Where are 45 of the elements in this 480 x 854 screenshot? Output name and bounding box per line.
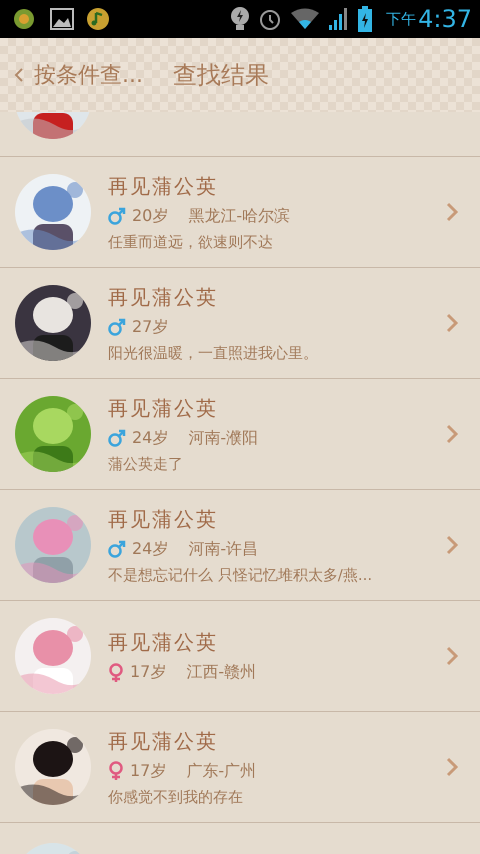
user-signature: 蒲公英走了 bbox=[108, 454, 184, 474]
battery-icon bbox=[358, 6, 372, 32]
user-signature: 任重而道远，欲速则不达 bbox=[108, 232, 274, 252]
music-icon bbox=[86, 7, 110, 31]
back-chevron-icon bbox=[14, 67, 24, 83]
bulb-icon bbox=[230, 6, 250, 32]
user-name: 再见蒲公英 bbox=[108, 629, 219, 656]
user-age: 24岁 bbox=[132, 538, 168, 560]
result-row[interactable]: 再见蒲公英 27岁 阳光很温暖，一直照进我心里。 bbox=[0, 268, 480, 379]
user-name: 再见蒲公英 bbox=[108, 284, 219, 310]
user-location: 江西-赣州 bbox=[186, 662, 256, 683]
page-title: 查找结果 bbox=[172, 60, 269, 91]
result-row[interactable]: 再见蒲公英 24岁 河南-濮阳 蒲公英走了 bbox=[0, 379, 480, 490]
user-age: 24岁 bbox=[132, 428, 168, 448]
user-name: 再见蒲公英 bbox=[108, 394, 219, 422]
chevron-right-icon bbox=[446, 757, 458, 777]
back-button[interactable]: 按条件查... bbox=[10, 56, 147, 94]
clock-period: 下午 bbox=[386, 10, 416, 28]
result-row[interactable]: 再见蒲公英 17岁 江西-赣州 bbox=[0, 601, 480, 712]
user-age: 20岁 bbox=[132, 206, 168, 226]
result-row[interactable]: 再见蒲公英 20岁 黑龙江-哈尔滨 任重而道远，欲速则不达 bbox=[0, 157, 480, 268]
image-icon bbox=[50, 8, 74, 30]
chevron-right-icon bbox=[446, 646, 458, 666]
user-signature: 你感觉不到我的存在 bbox=[108, 788, 244, 806]
user-location: 河南-许昌 bbox=[188, 538, 258, 560]
result-row[interactable]: 再见蒲公英 24岁 河南-许昌 不是想忘记什么 只怪记忆堆积太多/燕... bbox=[0, 490, 480, 601]
user-age: 17岁 bbox=[130, 662, 166, 683]
wifi-icon bbox=[290, 8, 320, 30]
clock-time: 4:37 bbox=[418, 5, 472, 33]
result-row[interactable]: 再见蒲公英 17岁 广东-广州 你感觉不到我的存在 bbox=[0, 712, 480, 823]
chevron-right-icon bbox=[446, 202, 458, 222]
chevron-right-icon bbox=[446, 424, 458, 444]
user-name: 再见蒲公英 bbox=[108, 172, 219, 200]
user-location: 河南-濮阳 bbox=[188, 428, 258, 448]
chevron-right-icon bbox=[446, 313, 458, 333]
user-location: 广东-广州 bbox=[186, 760, 256, 782]
user-signature: 阳光很温暖，一直照进我心里。 bbox=[108, 344, 319, 362]
chevron-right-icon bbox=[446, 535, 458, 555]
user-age: 17岁 bbox=[130, 760, 166, 782]
user-name: 再见蒲公英 bbox=[108, 728, 219, 754]
user-age: 27岁 bbox=[132, 316, 168, 338]
alarm-icon bbox=[258, 7, 282, 31]
user-name: 再见蒲公英 bbox=[108, 506, 219, 532]
user-signature: 不是想忘记什么 只怪记忆堆积太多/燕... bbox=[108, 566, 374, 584]
user-location: 黑龙江-哈尔滨 bbox=[188, 206, 290, 226]
